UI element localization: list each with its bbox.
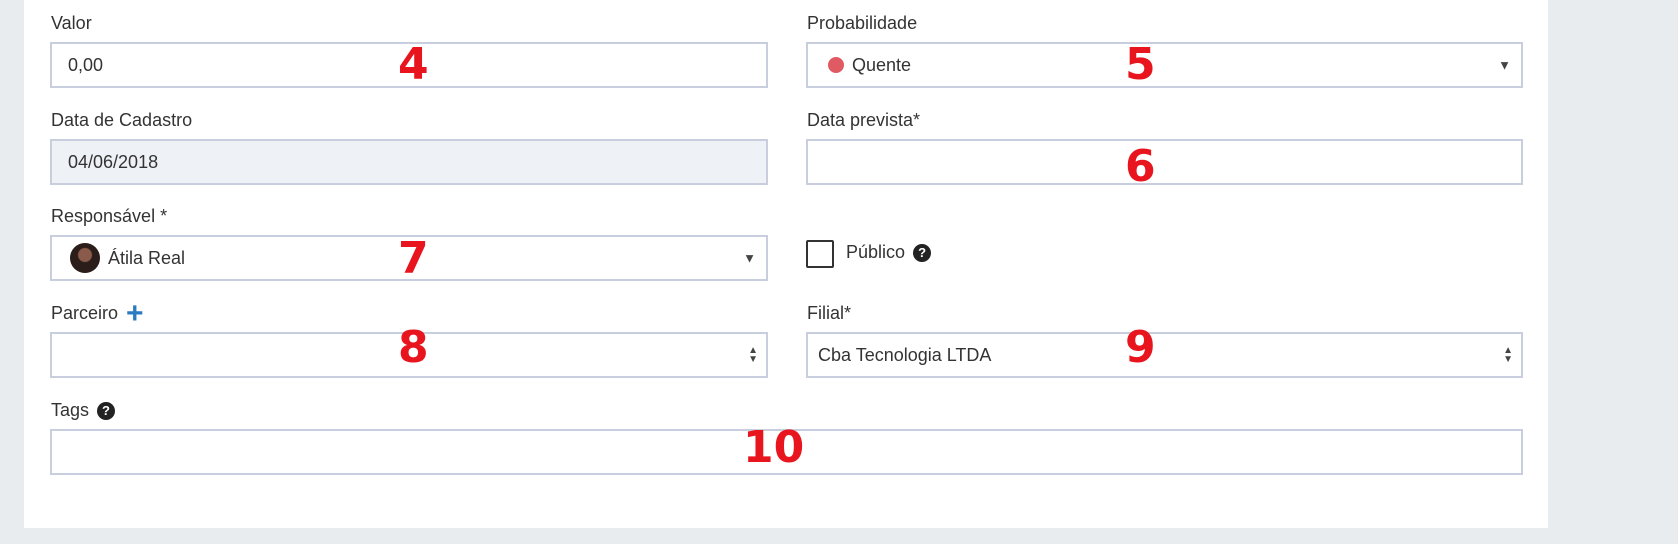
annotation-marker-6: 6 — [1125, 141, 1156, 192]
annotation-marker-9: 9 — [1125, 322, 1156, 373]
data-cadastro-label: Data de Cadastro — [51, 110, 193, 130]
tags-label: Tags ? — [51, 400, 116, 421]
annotation-marker-7: 7 — [398, 233, 429, 284]
annotation-marker-5: 5 — [1125, 39, 1156, 90]
probabilidade-select[interactable]: Quente ▼ — [806, 42, 1523, 88]
annotation-marker-4: 4 — [398, 39, 429, 90]
responsavel-value: Átila Real — [108, 247, 186, 268]
filial-value: Cba Tecnologia LTDA — [818, 344, 992, 365]
user-avatar — [70, 243, 100, 273]
data-prevista-label: Data prevista* — [807, 110, 921, 130]
chevron-down-icon: ▼ — [743, 250, 756, 266]
parceiro-label: Parceiro + — [51, 296, 144, 330]
annotation-marker-10: 10 — [743, 422, 805, 473]
valor-value: 0,00 — [68, 54, 104, 75]
publico-checkbox[interactable] — [806, 240, 834, 268]
probabilidade-label: Probabilidade — [807, 13, 918, 33]
filial-select[interactable]: Cba Tecnologia LTDA ▲ ▼ — [806, 332, 1523, 378]
page-background-left — [0, 0, 24, 544]
annotation-marker-8: 8 — [398, 322, 429, 373]
publico-label: Público ? — [846, 242, 932, 263]
probabilidade-value: Quente — [852, 54, 912, 75]
data-cadastro-input: 04/06/2018 — [50, 139, 768, 185]
responsavel-label: Responsável * — [51, 206, 168, 226]
help-icon[interactable]: ? — [97, 401, 116, 420]
select-arrows-icon: ▲ ▼ — [1503, 345, 1513, 365]
help-icon[interactable]: ? — [913, 243, 932, 262]
chevron-down-icon: ▼ — [1498, 57, 1511, 73]
data-prevista-input[interactable] — [806, 139, 1523, 185]
add-partner-plus-icon[interactable]: + — [126, 298, 144, 328]
filial-label: Filial* — [807, 303, 852, 323]
page-background-bottom — [0, 528, 1678, 544]
valor-label: Valor — [51, 13, 92, 33]
data-cadastro-value: 04/06/2018 — [68, 151, 159, 172]
page-background-right — [1548, 0, 1678, 544]
probability-hot-dot-icon — [828, 57, 844, 73]
select-arrows-icon: ▲ ▼ — [748, 345, 758, 365]
